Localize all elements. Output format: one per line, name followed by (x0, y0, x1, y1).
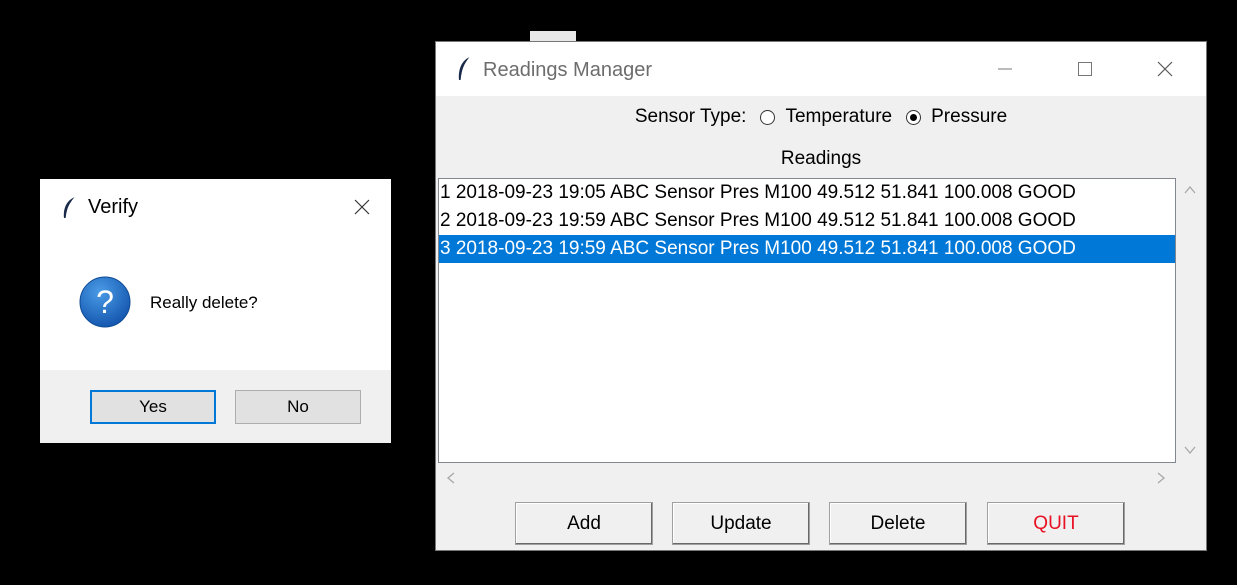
question-icon: ? (79, 276, 131, 328)
radio-circle[interactable] (906, 109, 922, 125)
minimize-button[interactable] (982, 42, 1028, 96)
radio-circle[interactable] (760, 109, 776, 125)
sensor-type-row: Sensor Type: Temperature Pressure (436, 106, 1206, 128)
quit-button[interactable]: QUIT (987, 502, 1125, 545)
add-button[interactable]: Add (515, 502, 653, 545)
radio-pressure-label: Pressure (931, 106, 1008, 127)
sensor-type-label: Sensor Type: (634, 106, 747, 127)
maximize-button[interactable] (1062, 42, 1108, 96)
radio-temperature[interactable]: Temperature (760, 106, 892, 128)
maximize-icon (1078, 62, 1092, 76)
scroll-right-icon[interactable] (1156, 471, 1166, 487)
update-button[interactable]: Update (672, 502, 810, 545)
main-title: Readings Manager (483, 59, 652, 81)
verify-button-bar: Yes No (40, 370, 391, 443)
no-button[interactable]: No (235, 390, 361, 424)
list-item[interactable]: 1 2018-09-23 19:05 ABC Sensor Pres M100 … (439, 179, 1175, 207)
scroll-up-icon[interactable] (1184, 182, 1196, 198)
feather-icon (63, 196, 76, 219)
minimize-icon (998, 68, 1012, 70)
verify-message: Really delete? (150, 293, 258, 312)
vertical-scrollbar[interactable] (1178, 178, 1202, 463)
verify-dialog: Verify ? Really delete? Yes No (40, 179, 391, 443)
close-button[interactable] (339, 179, 385, 234)
radio-pressure[interactable]: Pressure (906, 106, 1007, 128)
main-titlebar[interactable]: Readings Manager (436, 42, 1206, 96)
radio-temperature-label: Temperature (785, 106, 893, 127)
readings-label: Readings (780, 148, 862, 169)
delete-button[interactable]: Delete (829, 502, 967, 545)
horizontal-scrollbar[interactable] (438, 466, 1176, 488)
close-icon (354, 199, 370, 214)
list-item-selected[interactable]: 3 2018-09-23 19:59 ABC Sensor Pres M100 … (439, 235, 1175, 263)
readings-listbox[interactable]: 1 2018-09-23 19:05 ABC Sensor Pres M100 … (438, 178, 1176, 463)
verify-titlebar[interactable]: Verify (40, 179, 391, 234)
background-window-fragment (530, 31, 576, 41)
close-icon (1157, 61, 1173, 77)
svg-text:?: ? (96, 284, 114, 320)
list-item[interactable]: 2 2018-09-23 19:59 ABC Sensor Pres M100 … (439, 207, 1175, 235)
verify-title: Verify (88, 196, 139, 218)
close-button[interactable] (1142, 42, 1188, 96)
verify-body: ? Really delete? (40, 234, 391, 370)
scroll-down-icon[interactable] (1184, 442, 1196, 458)
readings-manager-window: Readings Manager Sensor Type: Temperatur… (435, 41, 1207, 551)
feather-icon (458, 56, 471, 81)
yes-button[interactable]: Yes (90, 390, 216, 424)
radio-selected-dot (910, 113, 918, 121)
scroll-left-icon[interactable] (446, 471, 456, 487)
